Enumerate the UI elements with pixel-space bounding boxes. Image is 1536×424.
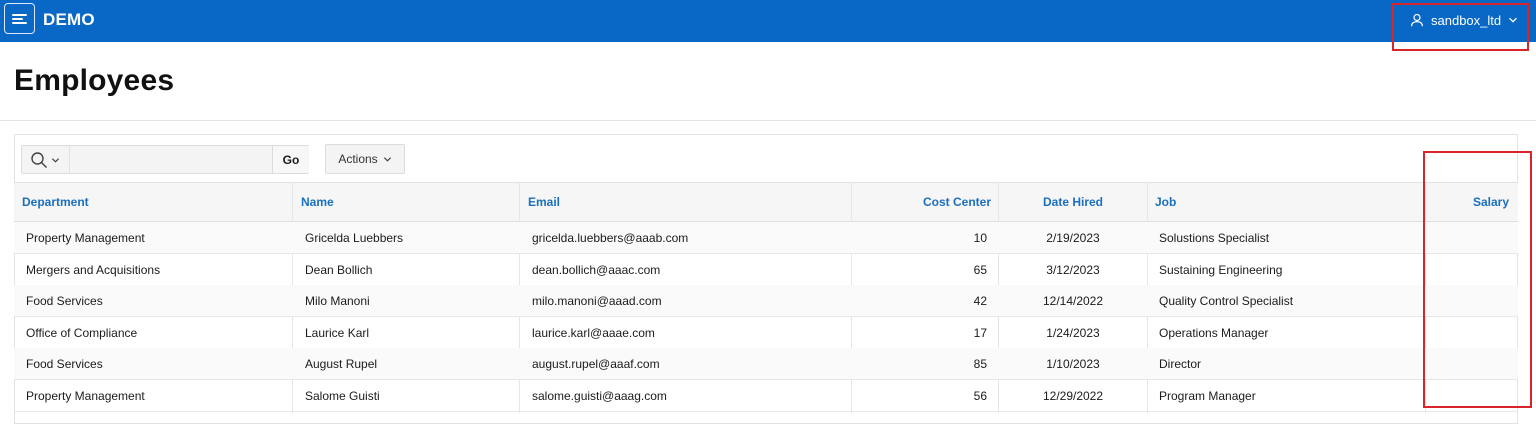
column-header-email[interactable]: Email: [528, 195, 560, 209]
cell-date-hired: 12/14/2022: [1042, 294, 1104, 309]
cell-name: Salome Guisti: [305, 389, 380, 403]
search-column-selector[interactable]: [22, 146, 70, 173]
cell-department: Office of Compliance: [26, 325, 138, 340]
search-icon: [31, 152, 48, 169]
cell-job: Director: [1159, 357, 1202, 372]
table-row: Property Management Gricelda Luebbers gric…: [14, 222, 1518, 254]
cell-name: Gricelda Luebbers: [305, 231, 404, 245]
cell-cost-center: 42: [973, 294, 987, 309]
column-header-date-hired[interactable]: Date Hired: [1000, 195, 1146, 209]
annotation-box-salary-column: [1423, 151, 1532, 408]
go-button[interactable]: Go: [272, 146, 309, 173]
page-title: Employees: [14, 64, 175, 97]
table-row: Mergers and Acquisitions Dean Bollich dean…: [14, 254, 1518, 286]
column-header-department[interactable]: Department: [22, 195, 89, 209]
cell-date-hired: 1/24/2023: [1046, 325, 1100, 340]
cell-job: Operations Manager: [1159, 325, 1269, 340]
actions-menu-button[interactable]: Actions: [325, 144, 405, 174]
cell-cost-center: 85: [973, 357, 987, 372]
cell-date-hired: 1/10/2023: [1046, 357, 1100, 372]
cell-date-hired: 12/29/2022: [1042, 389, 1104, 403]
cell-name: Dean Bollich: [305, 262, 373, 277]
app-name[interactable]: DEMO: [43, 10, 95, 30]
table-header-row: Department Name Email Cost Center Date H…: [14, 183, 1518, 222]
search-bar: Go: [21, 145, 309, 174]
cell-email: milo.manoni@aaad.com: [532, 294, 662, 309]
table-row: Food Services Milo Manoni milo.manoni@aaad…: [14, 285, 1518, 318]
table-row: Office of Compliance Laurice Karl laurice.…: [14, 317, 1518, 349]
cell-email: salome.guisti@aaag.com: [532, 389, 667, 403]
title-divider: [0, 120, 1536, 121]
hamburger-icon-line: [12, 18, 23, 20]
hamburger-icon-line: [12, 22, 27, 24]
annotation-box-user-menu: [1392, 3, 1529, 51]
table-row: Property Management Salome Guisti salome.g…: [14, 380, 1518, 412]
cell-name: Laurice Karl: [305, 325, 370, 340]
cell-email: august.rupel@aaaf.com: [532, 357, 660, 372]
cell-cost-center: 56: [973, 389, 987, 403]
search-input[interactable]: [70, 146, 272, 173]
hamburger-icon-line: [12, 14, 27, 16]
cell-date-hired: 2/19/2023: [1046, 231, 1100, 245]
table-row: Food Services August Rupel august.rupel@aa…: [14, 348, 1518, 381]
cell-cost-center: 65: [973, 262, 987, 277]
cell-name: August Rupel: [305, 357, 378, 372]
cell-department: Mergers and Acquisitions: [26, 262, 161, 277]
actions-label: Actions: [338, 152, 378, 166]
cell-department: Property Management: [26, 231, 145, 245]
cell-job: Quality Control Specialist: [1159, 294, 1294, 309]
cell-email: gricelda.luebbers@aaab.com: [532, 231, 689, 245]
cell-name: Milo Manoni: [305, 294, 370, 309]
column-header-job[interactable]: Job: [1155, 195, 1176, 209]
cell-cost-center: 17: [973, 325, 987, 340]
cell-job: Sustaining Engineering: [1159, 262, 1283, 277]
cell-department: Food Services: [26, 294, 103, 309]
chevron-down-icon: [51, 158, 60, 163]
navigation-menu-button[interactable]: [4, 3, 35, 34]
cell-date-hired: 3/12/2023: [1046, 262, 1100, 277]
cell-job: Program Manager: [1159, 389, 1256, 403]
chevron-down-icon: [383, 156, 391, 162]
cell-job: Solustions Specialist: [1159, 231, 1270, 245]
cell-email: laurice.karl@aaae.com: [532, 325, 655, 340]
column-header-name[interactable]: Name: [301, 195, 334, 209]
cell-email: dean.bollich@aaac.com: [532, 262, 661, 277]
cell-department: Food Services: [26, 357, 103, 372]
top-navigation-bar: DEMO sandbox_ltd: [0, 0, 1536, 42]
cell-department: Property Management: [26, 389, 145, 403]
column-header-cost-center[interactable]: Cost Center: [852, 195, 991, 209]
cell-cost-center: 10: [973, 231, 987, 245]
